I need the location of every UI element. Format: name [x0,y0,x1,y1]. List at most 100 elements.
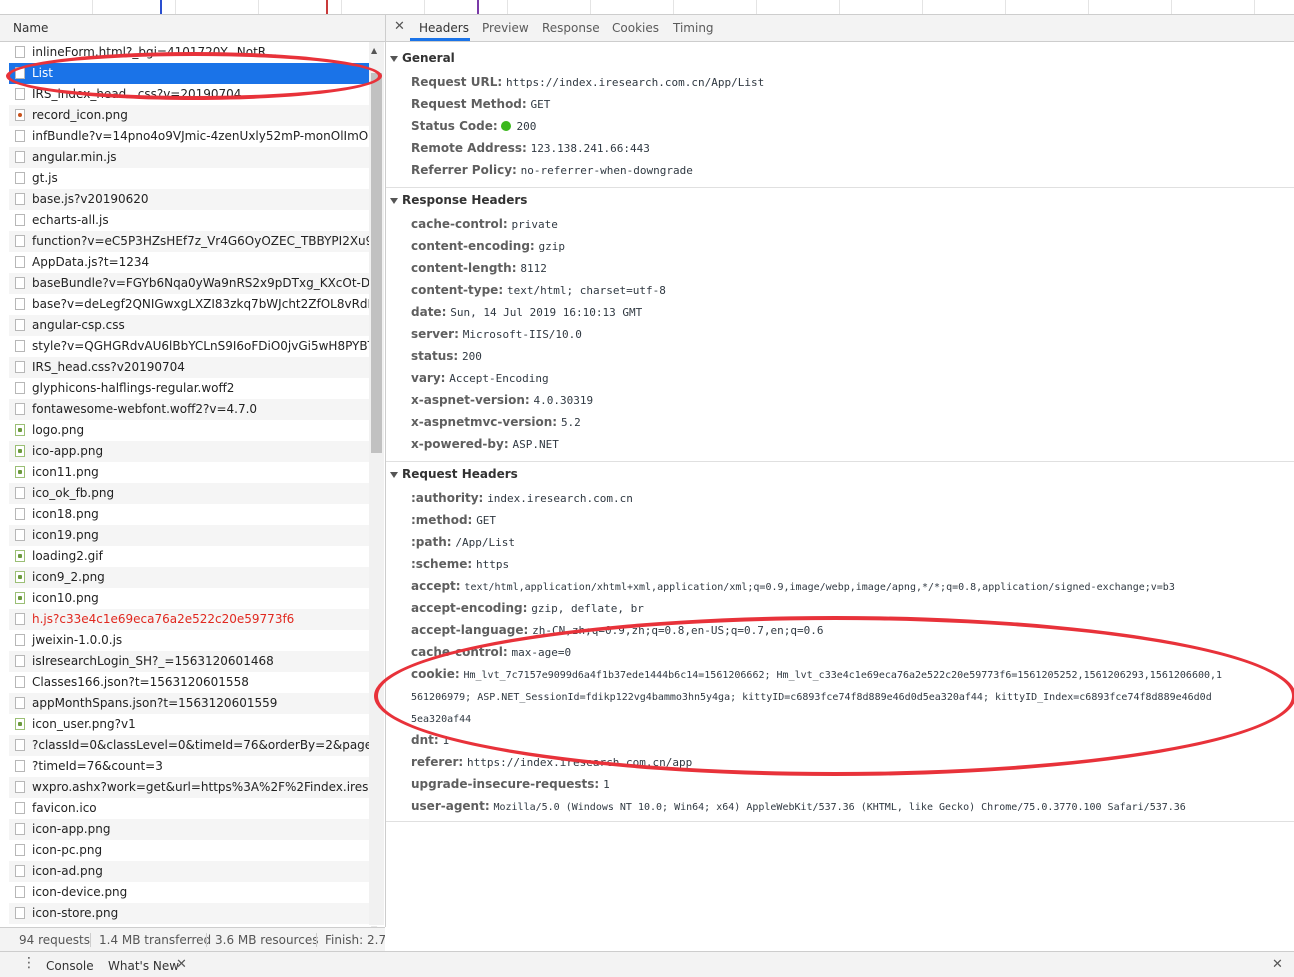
request-row[interactable]: glyphicons-halflings-regular.woff2 [9,378,369,399]
close-drawer-icon[interactable]: ✕ [1272,957,1283,972]
request-row[interactable]: style?v=QGHGRdvAU6lBbYCLnS9I6oFDiO0jvGi5… [9,336,369,357]
summary-separator [316,933,317,947]
timeline-gridline [424,0,425,14]
request-row[interactable]: icon-device.png [9,882,369,903]
header-value[interactable]: https://index.iresearch.com.cn/app [467,756,692,769]
request-row[interactable]: icon19.png [9,525,369,546]
request-row[interactable]: isIresearchLogin_SH?_=1563120601468 [9,651,369,672]
request-row[interactable]: infBundle?v=14pno4o9VJmic-4zenUxly52mP-m… [9,126,369,147]
drawer-menu-icon[interactable]: ⋮ [22,955,36,971]
section-response-headers-header[interactable]: Response Headers [390,193,527,207]
request-row[interactable]: icon-app.png [9,819,369,840]
header-value[interactable]: 8112 [520,262,547,275]
request-row[interactable]: icon18.png [9,504,369,525]
header-name: x-aspnetmvc-version: [411,415,558,429]
request-row[interactable]: loading2.gif [9,546,369,567]
request-row[interactable]: inlineForm.html?_bgi=4101720Y...NotR... [9,42,369,63]
tab-timing[interactable]: Timing [673,21,714,35]
request-name: echarts-all.js [32,213,109,227]
header-value[interactable]: gzip [539,240,566,253]
request-row[interactable]: IRS_head.css?v20190704 [9,357,369,378]
header-value[interactable]: 4.0.30319 [534,394,594,407]
request-row[interactable]: favicon.ico [9,798,369,819]
request-row[interactable]: appMonthSpans.json?t=1563120601559 [9,693,369,714]
header-value[interactable]: Hm_lvt_7c7157e9099d6a4f1b37ede1444b6c14=… [463,670,1222,681]
header-value[interactable]: no-referrer-when-downgrade [521,164,693,177]
request-row[interactable]: icon11.png [9,462,369,483]
header-value[interactable]: zh-CN,zh;q=0.9,zh;q=0.8,en-US;q=0.7,en;q… [532,624,823,637]
header-value[interactable]: gzip, deflate, br [531,602,644,615]
request-row[interactable]: icon-pc.png [9,840,369,861]
header-value[interactable]: GET [531,98,551,111]
request-row[interactable]: echarts-all.js [9,210,369,231]
header-value[interactable]: https://index.iresearch.com.cn/App/List [506,76,764,89]
header-value[interactable]: index.iresearch.com.cn [487,492,633,505]
header-value[interactable]: max-age=0 [512,646,572,659]
scroll-up-arrow-icon[interactable]: ▲ [371,46,377,55]
header-value[interactable]: Mozilla/5.0 (Windows NT 10.0; Win64; x64… [493,802,1185,813]
header-value[interactable]: /App/List [455,536,515,549]
header-value[interactable]: 5.2 [561,416,581,429]
close-details-icon[interactable]: ✕ [394,19,405,34]
request-row[interactable]: ?classId=0&classLevel=0&timeId=76&orderB… [9,735,369,756]
header-value[interactable]: 1 [443,734,450,747]
tab-cookies[interactable]: Cookies [612,21,659,35]
header-value[interactable]: ASP.NET [512,438,558,451]
request-row[interactable]: icon10.png [9,588,369,609]
request-row[interactable]: baseBundle?v=FGYb6Nqa0yWa9nRS2x9pDTxg_KX… [9,273,369,294]
header-name: accept-encoding: [411,601,528,615]
request-row[interactable]: icon-store.png [9,903,369,924]
request-row[interactable]: h.js?c33e4c1e69eca76a2e522c20e59773f6 [9,609,369,630]
header-value[interactable]: Sun, 14 Jul 2019 16:10:13 GMT [450,306,642,319]
request-row[interactable]: logo.png [9,420,369,441]
request-row[interactable]: ico_ok_fb.png [9,483,369,504]
request-row-selected[interactable]: List [9,63,369,84]
tab-preview[interactable]: Preview [482,21,529,35]
request-row[interactable]: gt.js [9,168,369,189]
header-value[interactable]: Accept-Encoding [449,372,548,385]
tab-response[interactable]: Response [542,21,600,35]
header-value[interactable]: private [512,218,558,231]
request-row[interactable]: wxpro.ashx?work=get&url=https%3A%2F%2Fin… [9,777,369,798]
header-value[interactable]: 123.138.241.66:443 [531,142,650,155]
header-value[interactable]: 200 [462,350,482,363]
tab-headers[interactable]: Headers [419,21,469,35]
request-count: 94 requests [19,933,90,947]
request-row[interactable]: angular-csp.css [9,315,369,336]
request-row[interactable]: function?v=eC5P3HZsHEf7z_Vr4G6OyOZEC_TBB… [9,231,369,252]
request-row[interactable]: IRS_index_head...css?v=20190704 [9,84,369,105]
header-value[interactable]: text/html; charset=utf-8 [507,284,666,297]
header-value[interactable]: https [476,558,509,571]
scrollbar-thumb[interactable] [371,73,382,453]
header-value[interactable]: 5ea320af44 [411,714,471,725]
close-tab-icon[interactable]: ✕ [176,957,187,972]
request-row[interactable]: ico-app.png [9,441,369,462]
request-row[interactable]: fontawesome-webfont.woff2?v=4.7.0 [9,399,369,420]
section-general-header[interactable]: General [390,51,455,65]
header-value[interactable]: text/html,application/xhtml+xml,applicat… [464,582,1174,593]
request-row[interactable]: base.js?v20190620 [9,189,369,210]
request-row[interactable]: Classes166.json?t=1563120601558 [9,672,369,693]
tab-console[interactable]: Console [46,959,94,973]
tab-whats-new[interactable]: What's New [108,959,179,973]
request-row[interactable]: record_icon.png [9,105,369,126]
header-value[interactable]: Microsoft-IIS/10.0 [463,328,582,341]
request-row[interactable]: base?v=deLegf2QNIGwxgLXZI83zkq7bWJcht2Zf… [9,294,369,315]
header-value[interactable]: 561206979; ASP.NET_SessionId=fdikp122vg4… [411,692,1212,703]
request-row[interactable]: icon9_2.png [9,567,369,588]
section-request-headers-header[interactable]: Request Headers [390,467,518,481]
timeline-gridline [258,0,259,14]
waterfall-overview[interactable] [0,0,1294,15]
name-column-header[interactable]: Name [0,15,385,42]
header-value[interactable]: GET [476,514,496,527]
header-row: referer: https://index.iresearch.com.cn/… [411,755,692,769]
header-value[interactable]: 200 [516,120,536,133]
request-row[interactable]: angular.min.js [9,147,369,168]
request-row[interactable]: icon_user.png?v1 [9,714,369,735]
request-row[interactable]: jweixin-1.0.0.js [9,630,369,651]
header-value[interactable]: 1 [603,778,610,791]
request-row[interactable]: icon-ad.png [9,861,369,882]
document-file-icon [15,130,25,142]
request-row[interactable]: AppData.js?t=1234 [9,252,369,273]
request-row[interactable]: ?timeId=76&count=3 [9,756,369,777]
